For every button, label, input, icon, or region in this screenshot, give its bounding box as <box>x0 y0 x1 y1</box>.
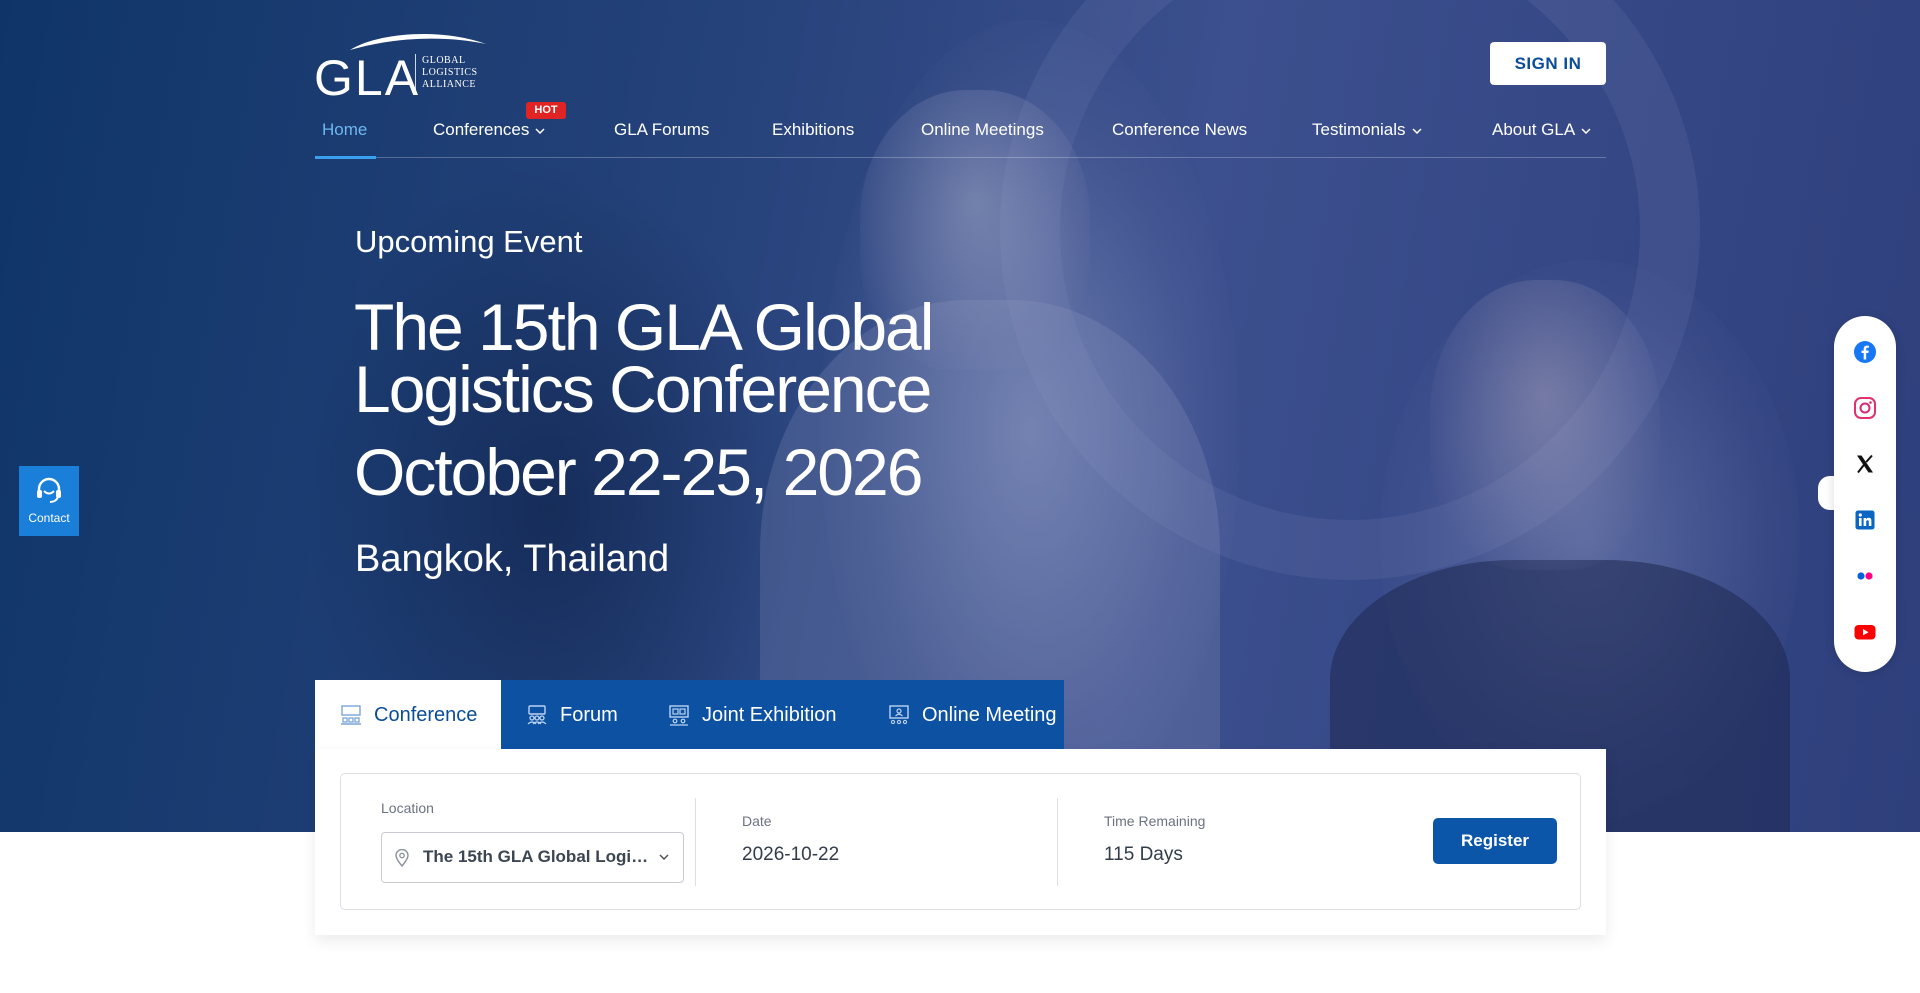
time-remaining-value: 115 Days <box>1104 844 1183 865</box>
register-button[interactable]: Register <box>1433 818 1557 864</box>
date-value: 2026-10-22 <box>742 844 840 865</box>
chevron-down-icon <box>1581 127 1591 134</box>
chevron-down-icon <box>535 127 545 134</box>
main-nav: Home Conferences HOT GLA Forums Exhibiti… <box>314 102 1606 159</box>
instagram-icon[interactable] <box>1853 396 1877 420</box>
nav-item-conference-news[interactable]: Conference News <box>1112 104 1247 158</box>
nav-item-home[interactable]: Home <box>314 104 377 159</box>
contact-button[interactable]: Contact <box>19 466 79 536</box>
nav-item-online-meetings[interactable]: Online Meetings <box>921 104 1044 158</box>
event-booking-panel: Location The 15th GLA Global Logistics C… <box>315 749 1606 935</box>
event-title: The 15th GLA Global Logistics Conference <box>354 290 934 426</box>
linkedin-icon[interactable] <box>1853 508 1877 532</box>
event-location: Bangkok, Thailand <box>355 538 670 580</box>
event-date: October 22-25, 2026 <box>354 435 923 509</box>
online-meeting-icon <box>889 705 909 725</box>
tab-conference[interactable]: Conference <box>315 680 501 750</box>
date-label: Date <box>742 813 772 829</box>
youtube-icon[interactable] <box>1853 620 1877 644</box>
tab-online-meeting[interactable]: Online Meeting <box>863 680 1064 750</box>
page: GLA GLOBAL LOGISTICS ALLIANCE SIGN IN Ho… <box>0 0 1920 993</box>
chevron-down-icon <box>1412 127 1422 134</box>
social-links <box>1834 316 1896 672</box>
nav-item-gla-forums[interactable]: GLA Forums <box>614 104 709 158</box>
upcoming-event-label: Upcoming Event <box>355 224 583 259</box>
tab-joint-exhibition[interactable]: Joint Exhibition <box>643 680 863 750</box>
sign-in-button[interactable]: SIGN IN <box>1490 42 1606 85</box>
chevron-down-icon <box>659 854 669 860</box>
nav-item-exhibitions[interactable]: Exhibitions <box>772 104 854 158</box>
forum-icon <box>527 705 547 725</box>
time-remaining-label: Time Remaining <box>1104 813 1206 829</box>
location-select[interactable]: The 15th GLA Global Logistics Conference <box>381 832 684 883</box>
gla-logo[interactable]: GLA GLOBAL LOGISTICS ALLIANCE <box>314 30 494 106</box>
logo-subtitle: GLOBAL LOGISTICS ALLIANCE <box>422 55 478 90</box>
flickr-icon[interactable] <box>1853 564 1877 588</box>
facebook-icon[interactable] <box>1853 340 1877 364</box>
location-label: Location <box>381 800 434 816</box>
booking-form: Location The 15th GLA Global Logistics C… <box>340 773 1581 910</box>
x-icon[interactable] <box>1853 452 1877 476</box>
conference-icon <box>341 705 361 725</box>
hot-badge: HOT <box>526 102 566 119</box>
tab-forum[interactable]: Forum <box>501 680 643 750</box>
headset-icon <box>37 477 61 503</box>
location-select-value: The 15th GLA Global Logistics Conference <box>423 847 649 866</box>
nav-item-testimonials[interactable]: Testimonials <box>1312 104 1422 158</box>
nav-item-about-gla[interactable]: About GLA <box>1492 104 1591 158</box>
map-pin-icon <box>395 849 409 867</box>
exhibition-icon <box>669 705 689 726</box>
logo-mark: GLA <box>314 50 421 106</box>
